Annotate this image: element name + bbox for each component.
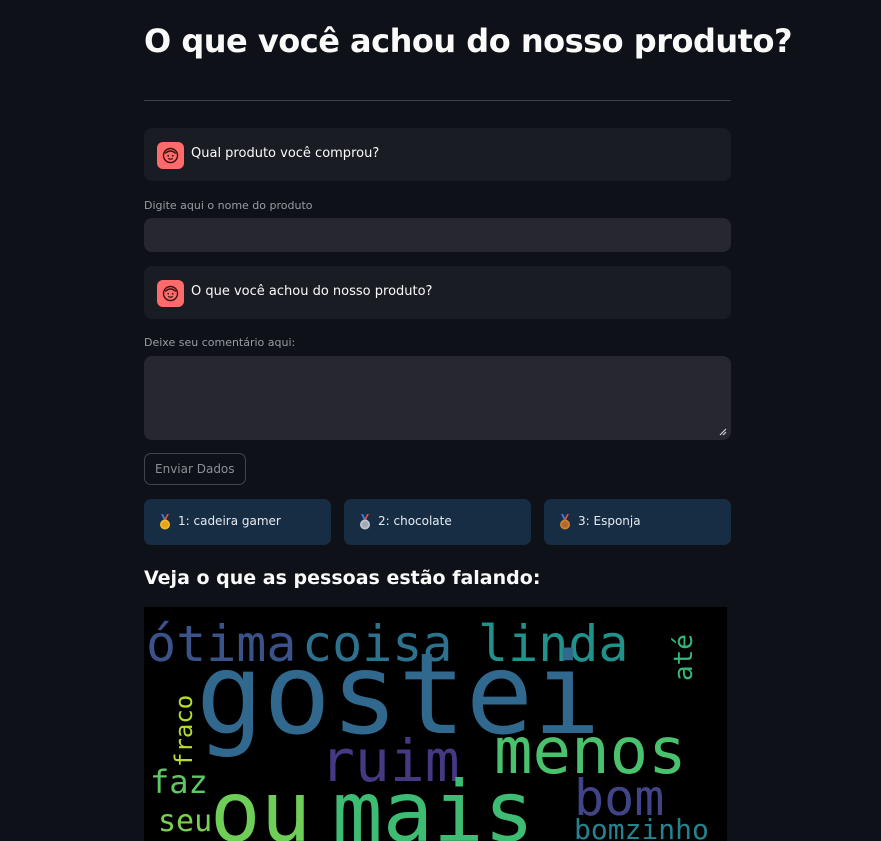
silver-medal-icon	[360, 514, 370, 530]
wordcloud-image: ótima coisa linda até gostei fraco ruim …	[144, 607, 727, 841]
comment-textarea[interactable]	[144, 356, 731, 440]
ranking-label: 3: Esponja	[578, 514, 641, 528]
ranking-card-2: 2: chocolate	[344, 499, 531, 545]
user-avatar-icon	[157, 142, 184, 169]
product-name-input[interactable]	[144, 218, 731, 252]
word-faz: faz	[150, 763, 208, 801]
ranking-label: 2: chocolate	[378, 514, 452, 528]
user-avatar-icon	[157, 280, 184, 307]
chat-message-text: Qual produto você comprou?	[191, 146, 380, 161]
bronze-medal-icon	[560, 514, 570, 530]
ranking-label: 1: cadeira gamer	[178, 514, 281, 528]
submit-button[interactable]: Enviar Dados	[144, 453, 246, 485]
chat-message-product: Qual produto você comprou?	[144, 128, 731, 181]
page-title: O que você achou do nosso produto?	[144, 22, 793, 60]
word-fraco: fraco	[170, 695, 198, 767]
word-mais: mais	[332, 763, 534, 841]
word-ou: ou	[210, 763, 311, 841]
word-seu: seu	[158, 804, 212, 839]
ranking-card-3: 3: Esponja	[544, 499, 731, 545]
word-bomzinho: bomzinho	[574, 813, 709, 841]
chat-message-opinion: O que você achou do nosso produto?	[144, 266, 731, 319]
chat-message-text: O que você achou do nosso produto?	[191, 284, 433, 299]
word-ate: até	[669, 634, 699, 681]
wordcloud-heading: Veja o que as pessoas estão falando:	[144, 567, 541, 589]
resize-grip-icon[interactable]	[719, 428, 727, 436]
comment-field-label: Deixe seu comentário aqui:	[144, 336, 296, 349]
divider	[144, 100, 731, 101]
product-field-label: Digite aqui o nome do produto	[144, 199, 313, 212]
ranking-card-1: 1: cadeira gamer	[144, 499, 331, 545]
gold-medal-icon	[160, 514, 170, 530]
